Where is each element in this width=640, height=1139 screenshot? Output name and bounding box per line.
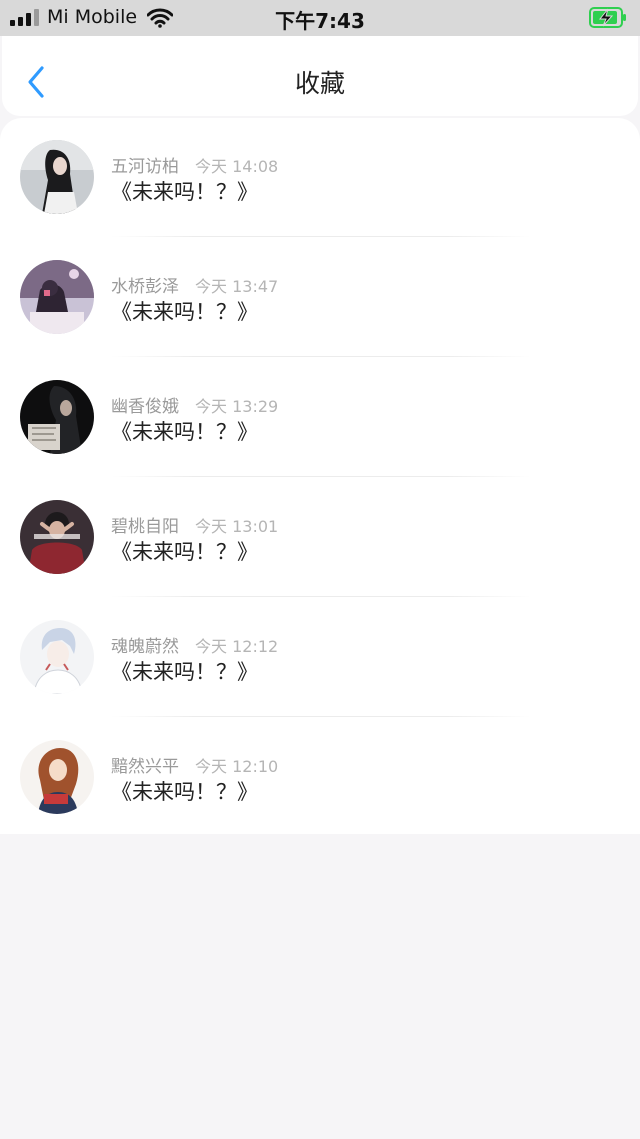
item-time: 今天 12:10: [195, 757, 279, 776]
avatar: [20, 140, 94, 214]
item-title: 《未来吗！？》: [111, 540, 258, 564]
item-author: 碧桃自阳: [111, 517, 179, 537]
item-meta: 幽香俊娥 今天 13:29: [111, 392, 278, 417]
divider: [111, 596, 531, 597]
avatar: [20, 380, 94, 454]
item-author: 黯然兴平: [111, 757, 179, 777]
item-time: 今天 13:01: [195, 517, 279, 536]
navigation-bar: 收藏: [2, 36, 638, 116]
item-title: 《未来吗！？》: [111, 420, 258, 444]
item-author: 幽香俊娥: [111, 397, 179, 417]
list-item[interactable]: 幽香俊娥 今天 13:29 《未来吗！？》: [0, 358, 640, 478]
item-author: 魂魄蔚然: [111, 637, 179, 657]
item-meta: 五河访柏 今天 14:08: [111, 152, 278, 177]
divider: [111, 236, 531, 237]
item-title: 《未来吗！？》: [111, 300, 258, 324]
list-item[interactable]: 五河访柏 今天 14:08 《未来吗！？》: [0, 118, 640, 238]
item-title: 《未来吗！？》: [111, 660, 258, 684]
item-meta: 碧桃自阳 今天 13:01: [111, 512, 278, 537]
item-time: 今天 13:47: [195, 277, 279, 296]
item-time: 今天 13:29: [195, 397, 279, 416]
list-item[interactable]: 水桥彭泽 今天 13:47 《未来吗！？》: [0, 238, 640, 358]
item-time: 今天 12:12: [195, 637, 279, 656]
avatar: [20, 740, 94, 814]
divider: [111, 476, 531, 477]
item-title: 《未来吗！？》: [111, 780, 258, 804]
avatar: [20, 620, 94, 694]
item-author: 水桥彭泽: [111, 277, 179, 297]
avatar: [20, 260, 94, 334]
favorites-list: 五河访柏 今天 14:08 《未来吗！？》 水桥彭泽 今天 13:47 《未来吗！？…: [0, 118, 640, 834]
item-meta: 黯然兴平 今天 12:10: [111, 752, 278, 777]
status-bar: Mi Mobile 下午7:43: [0, 0, 640, 36]
divider: [111, 356, 531, 357]
item-author: 五河访柏: [111, 157, 179, 177]
divider: [111, 716, 531, 717]
page-title: 收藏: [294, 69, 345, 98]
item-time: 今天 14:08: [195, 157, 279, 176]
battery-charging-icon: [589, 7, 626, 28]
list-item[interactable]: 碧桃自阳 今天 13:01 《未来吗！？》: [0, 478, 640, 598]
list-item[interactable]: 黯然兴平 今天 12:10 《未来吗！？》: [0, 718, 640, 838]
status-time: 下午7:43: [275, 9, 365, 33]
list-item[interactable]: 魂魄蔚然 今天 12:12 《未来吗！？》: [0, 598, 640, 718]
avatar: [20, 500, 94, 574]
item-meta: 水桥彭泽 今天 13:47: [111, 272, 278, 297]
item-title: 《未来吗！？》: [111, 180, 258, 204]
item-meta: 魂魄蔚然 今天 12:12: [111, 632, 278, 657]
